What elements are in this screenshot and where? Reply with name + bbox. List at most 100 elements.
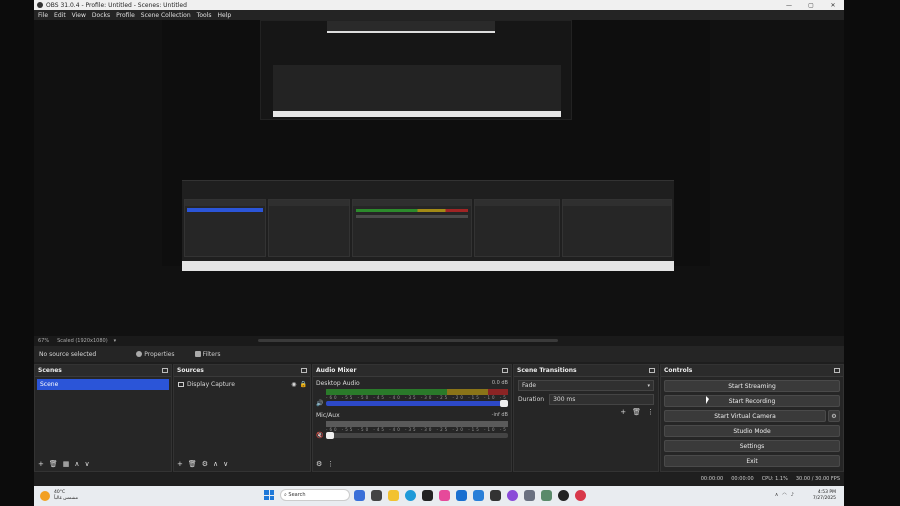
undock-icon[interactable] xyxy=(649,368,655,373)
scene-item[interactable]: Scene xyxy=(37,379,169,390)
app-icon[interactable] xyxy=(507,489,518,501)
outlook-icon[interactable] xyxy=(456,489,467,501)
horizontal-scrollbar[interactable] xyxy=(258,339,558,342)
menu-view[interactable]: View xyxy=(72,12,86,19)
add-transition-button[interactable]: + xyxy=(620,408,626,416)
nested-windows-taskbar xyxy=(182,261,674,271)
start-streaming-button[interactable]: Start Streaming xyxy=(664,380,840,392)
menu-scene-collection[interactable]: Scene Collection xyxy=(141,12,191,19)
scene-filters-button[interactable]: ▦ xyxy=(63,460,70,468)
menu-profile[interactable]: Profile xyxy=(116,12,135,19)
task-view-icon[interactable] xyxy=(371,489,382,501)
mixer-header: Audio Mixer xyxy=(313,365,511,377)
exit-button[interactable]: Exit xyxy=(664,455,840,467)
properties-button[interactable]: Properties xyxy=(136,351,175,358)
slider-handle[interactable] xyxy=(500,400,508,407)
sources-dock: Sources Display Capture ◉ 🔒 + 🗑 ⚙ ∧ ∨ xyxy=(173,364,311,472)
filters-button[interactable]: Filters xyxy=(194,351,221,358)
controls-dock: Controls Start Streaming Start Recording… xyxy=(660,364,844,472)
wifi-icon[interactable]: ◠ xyxy=(782,492,786,498)
scene-transitions-dock: Scene Transitions Fade ▾ Duration 300 ms… xyxy=(513,364,659,472)
sources-footer: + 🗑 ⚙ ∧ ∨ xyxy=(174,457,310,471)
scenes-title: Scenes xyxy=(38,367,62,374)
preview-canvas[interactable] xyxy=(34,20,844,336)
remove-source-button[interactable]: 🗑 xyxy=(188,460,197,468)
duration-input[interactable]: 300 ms xyxy=(549,394,654,405)
store-icon[interactable] xyxy=(422,489,433,501)
transition-menu-button[interactable]: ⋮ xyxy=(647,408,654,416)
app-icon[interactable] xyxy=(473,489,484,501)
undock-icon[interactable] xyxy=(301,368,307,373)
scale-chevron-icon[interactable]: ▾ xyxy=(114,338,117,344)
copilot-icon[interactable] xyxy=(439,489,450,501)
taskbar-search[interactable]: ⌕ Search xyxy=(280,489,350,501)
transition-buttons: + 🗑 ⋮ xyxy=(518,408,654,416)
nested-meter xyxy=(356,209,468,212)
chevron-up-icon[interactable]: ∧ xyxy=(775,492,779,498)
taskbar-clock[interactable]: 4:53 PM 7/27/2025 xyxy=(813,490,836,502)
obs-window: OBS 31.0.4 - Profile: Untitled - Scenes:… xyxy=(34,0,844,506)
scale-mode[interactable]: Scaled (1920x1080) xyxy=(57,338,108,344)
virtual-camera-settings-gear-icon[interactable]: ⚙ xyxy=(828,410,840,422)
nested-controls-header xyxy=(563,200,671,206)
remove-scene-button[interactable]: 🗑 xyxy=(49,460,58,468)
volume-slider[interactable]: 🔇 xyxy=(316,432,508,439)
menu-tools[interactable]: Tools xyxy=(197,12,212,19)
app-icon[interactable] xyxy=(524,489,535,501)
app-icon[interactable] xyxy=(541,489,552,501)
terminal-icon[interactable] xyxy=(490,489,501,501)
windows-start-icon[interactable] xyxy=(264,490,274,500)
transitions-header: Scene Transitions xyxy=(514,365,658,377)
menu-file[interactable]: File xyxy=(38,12,48,19)
preview-display[interactable] xyxy=(162,20,710,271)
rec-time: 00:00:00 xyxy=(731,476,754,482)
menu-docks[interactable]: Docks xyxy=(92,12,110,19)
slider-handle[interactable] xyxy=(326,432,334,439)
undock-icon[interactable] xyxy=(162,368,168,373)
mixer-menu-button[interactable]: ⋮ xyxy=(327,460,334,468)
volume-slider[interactable]: 🔊 xyxy=(316,400,508,407)
source-item[interactable]: Display Capture ◉ 🔒 xyxy=(174,379,310,390)
mixer-footer: ⚙ ⋮ xyxy=(313,457,511,471)
add-scene-button[interactable]: + xyxy=(38,460,44,468)
close-button[interactable]: ✕ xyxy=(822,2,844,9)
source-item-label: Display Capture xyxy=(187,381,235,388)
undock-icon[interactable] xyxy=(834,368,840,373)
visibility-eye-icon[interactable]: ◉ xyxy=(291,381,296,388)
edge-icon[interactable] xyxy=(405,489,416,501)
source-properties-button[interactable]: ⚙ xyxy=(202,460,208,468)
transition-select[interactable]: Fade ▾ xyxy=(518,380,654,391)
menu-edit[interactable]: Edit xyxy=(54,12,66,19)
weather-widget[interactable]: 40°C مشمس غالباً xyxy=(34,490,78,502)
zoom-level: 67% xyxy=(38,338,50,344)
move-scene-down-button[interactable]: ∨ xyxy=(85,460,90,468)
file-explorer-icon[interactable] xyxy=(388,489,399,501)
obs-logo-icon xyxy=(37,2,43,8)
controls-header: Controls xyxy=(661,365,843,377)
move-scene-up-button[interactable]: ∧ xyxy=(74,460,79,468)
remove-transition-button[interactable]: 🗑 xyxy=(632,408,641,416)
advanced-audio-icon[interactable]: ⚙ xyxy=(316,460,322,468)
menu-help[interactable]: Help xyxy=(217,12,231,19)
transitions-title: Scene Transitions xyxy=(517,367,577,374)
start-virtual-camera-button[interactable]: Start Virtual Camera xyxy=(664,410,826,422)
right-letterbox xyxy=(844,0,900,506)
app-icon[interactable] xyxy=(575,489,586,501)
minimize-button[interactable]: — xyxy=(778,2,800,9)
clock-date: 7/27/2025 xyxy=(812,496,836,501)
maximize-button[interactable]: ▢ xyxy=(800,2,822,9)
add-source-button[interactable]: + xyxy=(177,460,183,468)
start-recording-button[interactable]: Start Recording xyxy=(664,395,840,407)
undock-icon[interactable] xyxy=(502,368,508,373)
lock-icon[interactable]: 🔒 xyxy=(300,381,307,388)
muted-speaker-icon[interactable]: 🔇 xyxy=(316,432,323,439)
volume-icon[interactable]: ♪ xyxy=(791,492,794,498)
settings-button[interactable]: Settings xyxy=(664,440,840,452)
move-source-up-button[interactable]: ∧ xyxy=(213,460,218,468)
studio-mode-button[interactable]: Studio Mode xyxy=(664,425,840,437)
obs-taskbar-icon[interactable] xyxy=(558,489,569,501)
widget-app-icon[interactable] xyxy=(354,489,365,501)
speaker-icon[interactable]: 🔊 xyxy=(316,400,323,407)
move-source-down-button[interactable]: ∨ xyxy=(223,460,228,468)
clock-time: 4:53 PM xyxy=(817,490,836,495)
